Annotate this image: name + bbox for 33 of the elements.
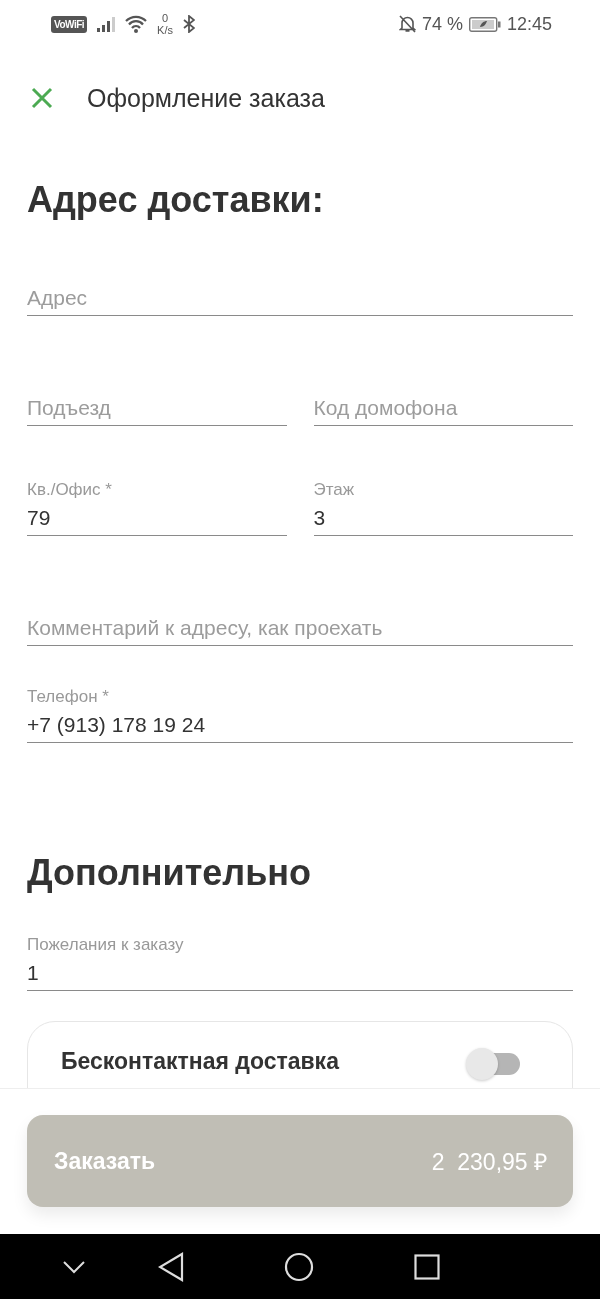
- input-field[interactable]: Комментарий к адресу, как проехать: [27, 610, 573, 646]
- input-field[interactable]: 1: [27, 955, 573, 991]
- vowifi-badge: VoWiFi: [51, 15, 88, 33]
- signal-icon: [97, 16, 116, 32]
- clock: 12:45: [506, 13, 552, 35]
- bell-off-icon: [398, 15, 416, 33]
- speed-value: 0: [161, 12, 169, 24]
- bluetooth-icon: [182, 15, 195, 33]
- field-label: Пожелания к заказу: [27, 935, 185, 955]
- input-field[interactable]: Адрес: [27, 280, 573, 316]
- section-heading: Дополнительно: [27, 851, 313, 895]
- input-field[interactable]: 79: [27, 500, 287, 536]
- order-total: 2 230,95 ₽: [431, 1148, 547, 1177]
- field-label: Телефон *: [27, 687, 110, 707]
- input-field[interactable]: Код домофона: [313, 390, 573, 426]
- speed-unit: K/s: [157, 24, 173, 36]
- toggle-switch[interactable]: [466, 1048, 522, 1080]
- collapse-icon[interactable]: [62, 1259, 86, 1274]
- input-field[interactable]: +7 (913) 178 19 24: [27, 707, 573, 743]
- battery-icon: [468, 16, 501, 32]
- recent-apps-icon[interactable]: [414, 1253, 440, 1280]
- wifi-icon: [125, 15, 148, 33]
- close-button[interactable]: [30, 86, 54, 110]
- battery-percent: 74 %: [421, 13, 463, 35]
- screen-title: Оформление заказа: [87, 83, 325, 113]
- field-label: Этаж: [313, 480, 356, 500]
- section-heading: Адрес доставки:: [27, 178, 325, 222]
- input-field[interactable]: 3: [313, 500, 573, 536]
- input-field[interactable]: Подъезд: [27, 390, 287, 426]
- field-label: Кв./Офис *: [27, 480, 113, 500]
- home-icon[interactable]: [284, 1251, 314, 1282]
- option-label: Бесконтактная доставка: [61, 1048, 339, 1075]
- back-icon[interactable]: [158, 1251, 184, 1282]
